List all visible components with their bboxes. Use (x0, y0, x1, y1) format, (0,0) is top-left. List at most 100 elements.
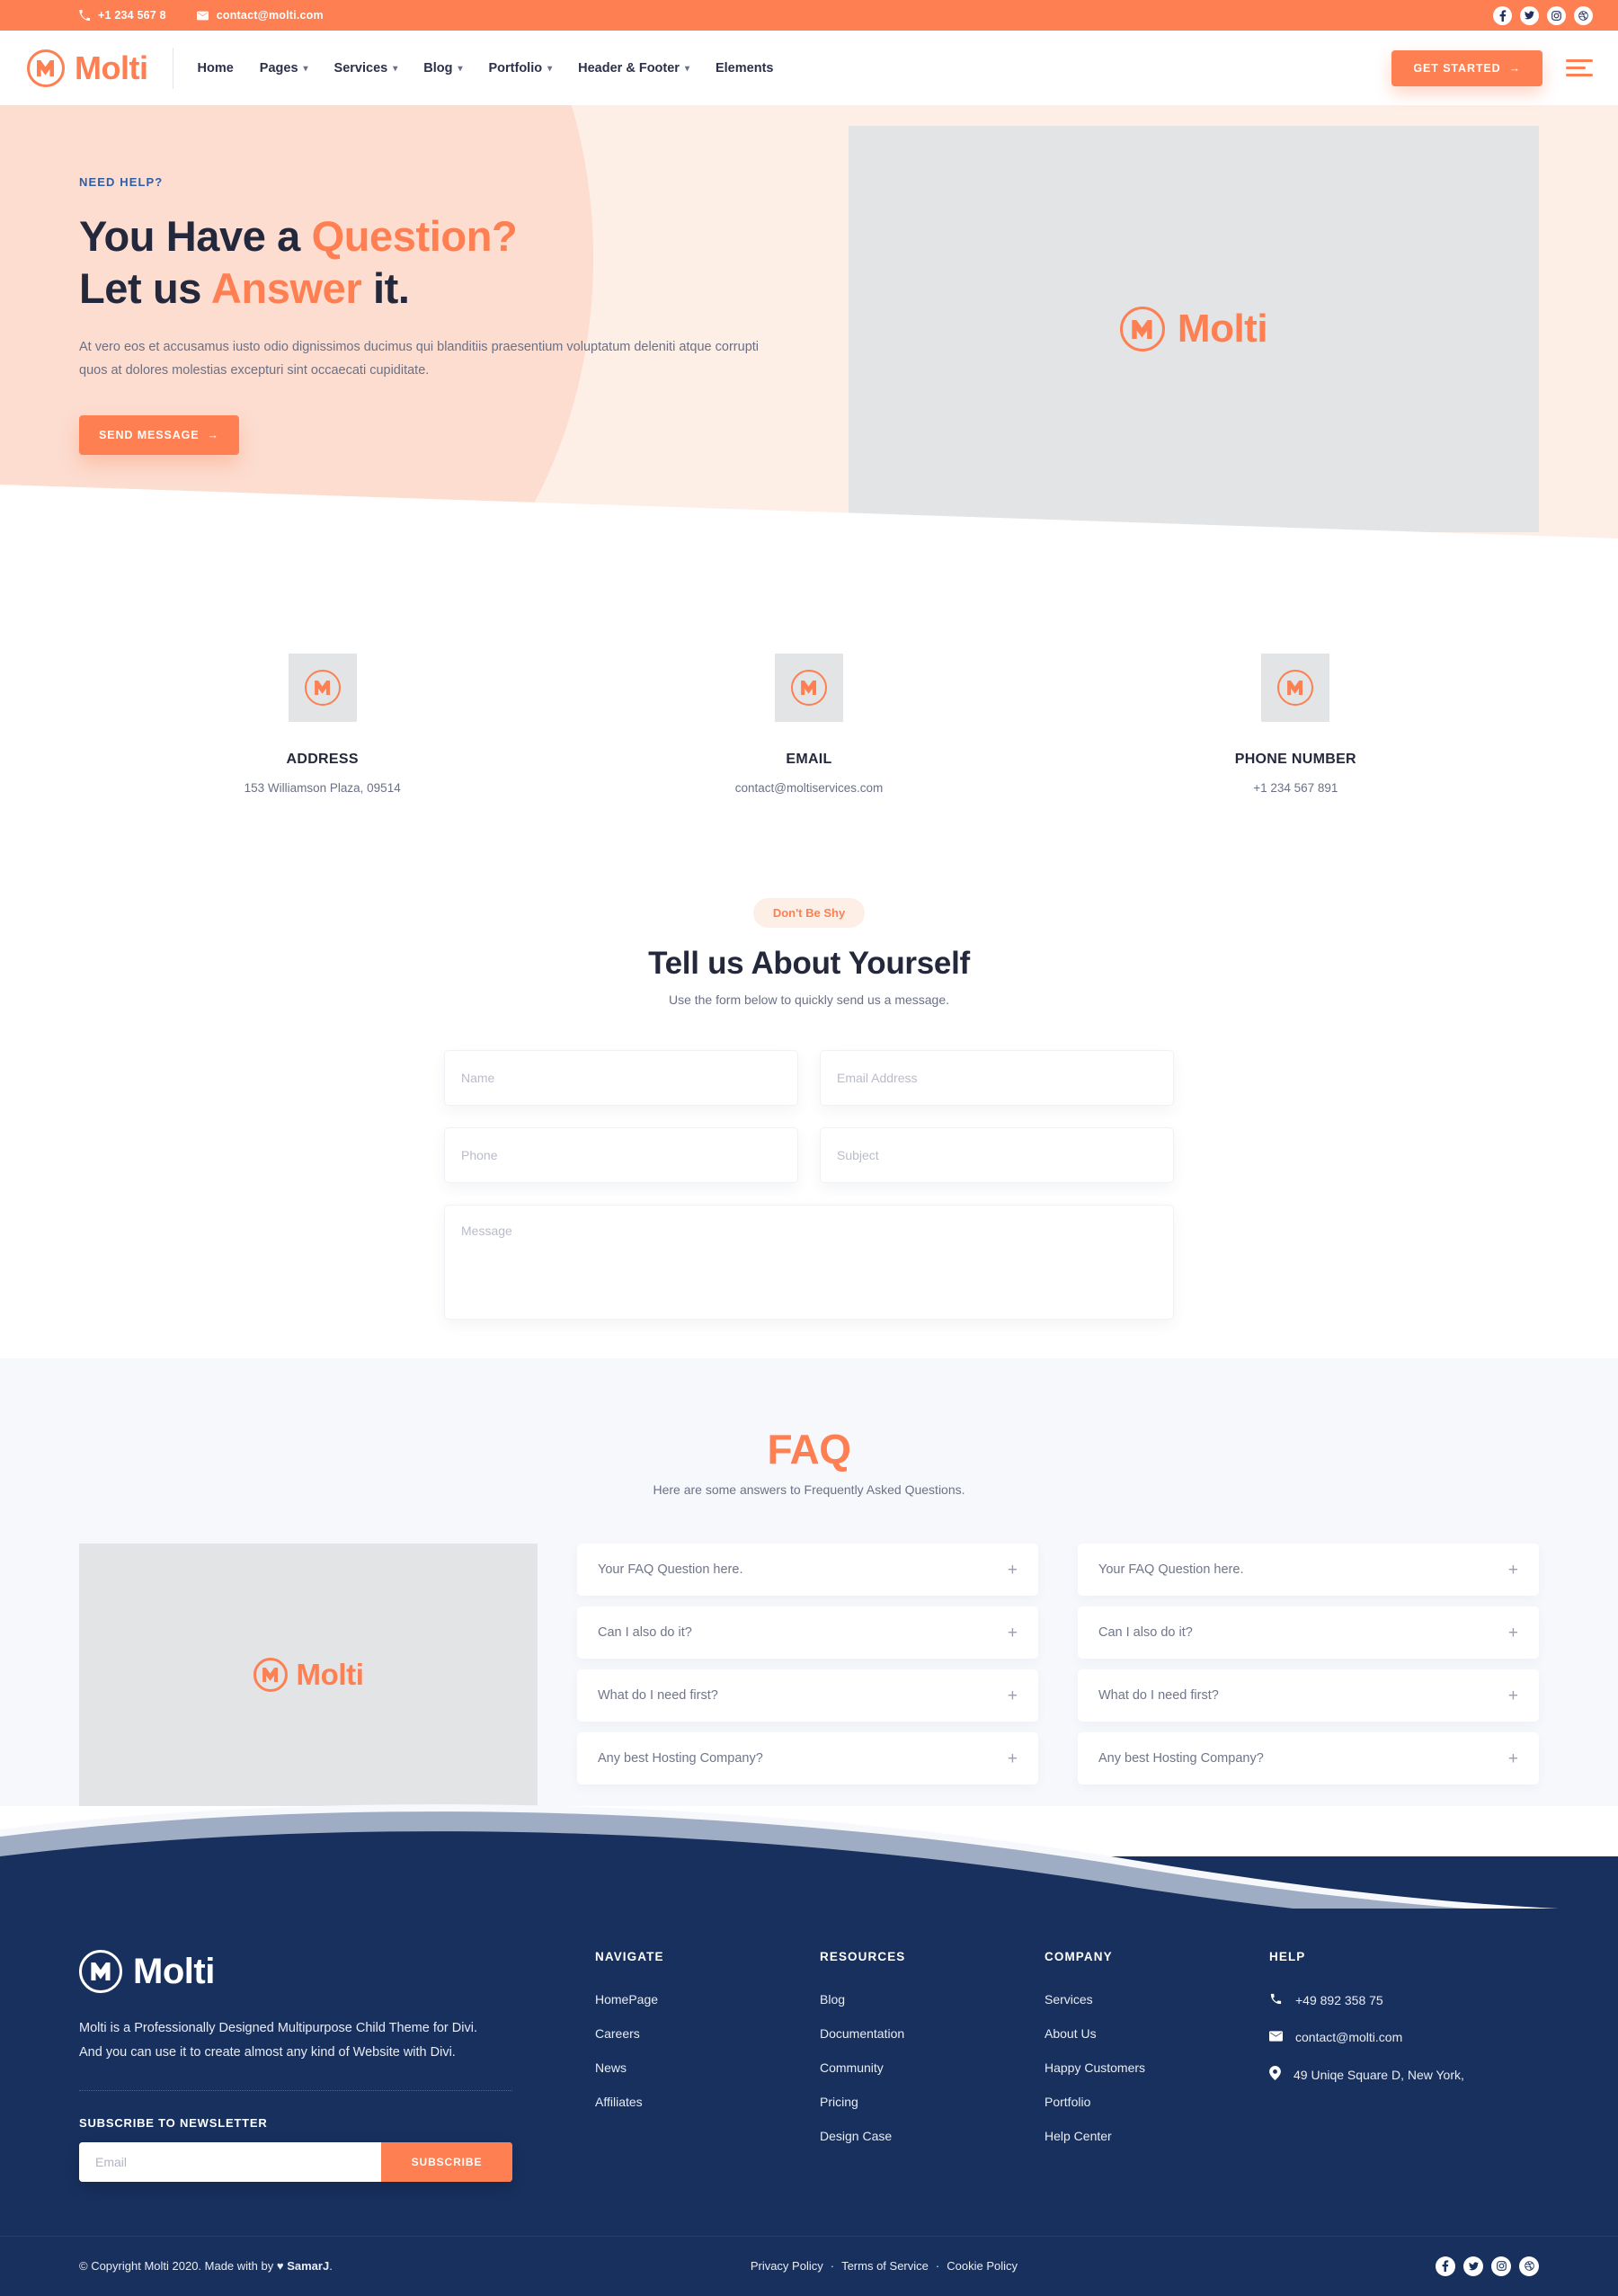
footer-main: Molti Molti is a Professionally Designed… (0, 1856, 1618, 2236)
faq-item[interactable]: What do I need first? + (1078, 1669, 1539, 1722)
footer-divider (79, 2089, 512, 2091)
footer-link[interactable]: Affiliates (595, 2095, 820, 2109)
footer-column-title: COMPANY (1045, 1950, 1113, 1963)
hero-paragraph: At vero eos et accusamus iusto odio dign… (79, 339, 760, 378)
privacy-policy-link[interactable]: Privacy Policy (751, 2259, 823, 2273)
page-root: +1 234 567 8 contact@molti.com Molti Hom… (0, 0, 1618, 2296)
footer-link-columns: NAVIGATE HomePage Careers News Affiliate… (521, 1950, 1539, 2182)
faq-column-left: Your FAQ Question here. + Can I also do i… (577, 1544, 1038, 1784)
copyright-text: © Copyright Molti 2020. Made with by (79, 2259, 277, 2274)
footer-link[interactable]: Careers (595, 2026, 820, 2041)
contact-card-title: ADDRESS (286, 752, 359, 767)
faq-question: Can I also do it? (1098, 1625, 1193, 1640)
twitter-icon[interactable] (1520, 5, 1539, 25)
plus-icon: + (1507, 1623, 1518, 1642)
nav-item-label: Services (333, 60, 388, 76)
faq-item[interactable]: Your FAQ Question here. + (1078, 1544, 1539, 1596)
dribbble-icon[interactable] (1574, 5, 1593, 25)
faq-image-placeholder: Molti (79, 1544, 538, 1806)
footer-link[interactable]: Community (820, 2060, 1045, 2075)
footer-help-email[interactable]: contact@molti.com (1269, 2030, 1539, 2044)
hamburger-menu-icon[interactable] (1566, 59, 1593, 76)
separator-dot: · (935, 2259, 940, 2274)
facebook-icon[interactable] (1436, 2256, 1455, 2276)
faq-item[interactable]: Can I also do it? + (1078, 1606, 1539, 1659)
footer-help-phone[interactable]: +49 892 358 75 (1269, 1992, 1539, 2008)
contact-form (444, 1050, 1174, 1324)
name-input[interactable] (444, 1050, 798, 1106)
form-header: Don't Be Shy Tell us About Yourself Use … (0, 898, 1618, 1007)
twitter-icon[interactable] (1463, 2256, 1483, 2276)
footer-column-list: HomePage Careers News Affiliates (595, 1992, 820, 2109)
footer-help-address[interactable]: 49 Uniqe Square D, New York, (1269, 2066, 1539, 2083)
newsletter-email-input[interactable] (79, 2141, 381, 2182)
footer-column-list: Blog Documentation Community Pricing Des… (820, 1992, 1045, 2143)
molti-logo-icon (304, 670, 341, 706)
footer-link[interactable]: News (595, 2060, 820, 2075)
instagram-icon[interactable] (1547, 5, 1566, 25)
message-textarea[interactable] (444, 1205, 1174, 1320)
nav-item-blog[interactable]: Blog ▾ (423, 61, 462, 76)
nav-item-portfolio[interactable]: Portfolio ▾ (489, 61, 553, 76)
faq-question: What do I need first? (598, 1688, 718, 1703)
top-bar-email[interactable]: contact@molti.com (196, 9, 324, 22)
footer-link[interactable]: HomePage (595, 1992, 820, 2007)
terms-of-service-link[interactable]: Terms of Service (841, 2259, 929, 2273)
footer-legal-links: Privacy Policy · Terms of Service · Cook… (751, 2259, 1018, 2273)
contact-card-value: contact@moltiservices.com (734, 781, 884, 795)
footer-logo[interactable]: Molti (79, 1950, 521, 1993)
get-started-button[interactable]: GET STARTED → (1391, 49, 1542, 86)
contact-card-icon (774, 654, 843, 722)
faq-item[interactable]: Can I also do it? + (577, 1606, 1038, 1659)
nav-item-header-footer[interactable]: Header & Footer ▾ (578, 61, 689, 76)
footer-link[interactable]: Pricing (820, 2095, 1045, 2109)
cookie-policy-link[interactable]: Cookie Policy (947, 2259, 1018, 2273)
top-bar-phone[interactable]: +1 234 567 8 (79, 9, 166, 22)
nav-item-services[interactable]: Services ▾ (334, 61, 398, 76)
hero-image-placeholder: Molti (849, 126, 1539, 532)
arrow-right-icon: → (207, 429, 219, 442)
copyright-period: . (329, 2259, 333, 2274)
subscribe-button[interactable]: SUBSCRIBE (381, 2141, 512, 2182)
email-input[interactable] (820, 1050, 1174, 1106)
nav-item-home[interactable]: Home (197, 61, 233, 76)
footer-copyright: © Copyright Molti 2020. Made with by ♥ S… (79, 2259, 333, 2273)
chevron-down-icon: ▾ (684, 63, 689, 74)
footer-link[interactable]: Blog (820, 1992, 1045, 2007)
top-bar-contact-group: +1 234 567 8 contact@molti.com (79, 9, 324, 22)
faq-question: What do I need first? (1098, 1688, 1219, 1703)
footer-column-title: RESOURCES (820, 1950, 906, 1963)
footer-link[interactable]: Design Case (820, 2129, 1045, 2143)
footer-column-resources: RESOURCES Blog Documentation Community P… (820, 1950, 1045, 2182)
plus-icon: + (1007, 1749, 1018, 1768)
subject-input[interactable] (820, 1127, 1174, 1183)
hero-heading-line2-end: it. (361, 264, 410, 313)
phone-input[interactable] (444, 1127, 798, 1183)
molti-mark-icon (1119, 307, 1165, 352)
footer-brand-block: Molti Molti is a Professionally Designed… (79, 1950, 521, 2182)
facebook-icon[interactable] (1493, 5, 1512, 25)
molti-logo-icon: Molti (1119, 307, 1268, 352)
dribbble-icon[interactable] (1519, 2256, 1539, 2276)
faq-item[interactable]: Your FAQ Question here. + (577, 1544, 1038, 1596)
top-bar-phone-text: +1 234 567 8 (98, 9, 166, 22)
nav-item-elements[interactable]: Elements (716, 61, 773, 76)
footer-link[interactable]: Services (1045, 1992, 1269, 2007)
footer-link[interactable]: Portfolio (1045, 2095, 1269, 2109)
faq-item[interactable]: What do I need first? + (577, 1669, 1038, 1722)
nav-item-pages[interactable]: Pages ▾ (260, 61, 308, 76)
form-pill-badge: Don't Be Shy (752, 898, 866, 928)
plus-icon: + (1507, 1560, 1518, 1580)
nav-item-label: Home (197, 60, 234, 76)
footer-link[interactable]: Happy Customers (1045, 2060, 1269, 2075)
footer-link[interactable]: Help Center (1045, 2129, 1269, 2143)
brand-logo[interactable]: Molti (27, 49, 148, 87)
hero-image-wrapper: Molti (849, 105, 1539, 532)
send-message-button[interactable]: SEND MESSAGE → (79, 415, 239, 456)
footer-link[interactable]: Documentation (820, 2026, 1045, 2041)
footer-column-list: Services About Us Happy Customers Portfo… (1045, 1992, 1269, 2143)
hero-heading-line1-accent: Question? (311, 212, 518, 260)
instagram-icon[interactable] (1491, 2256, 1511, 2276)
footer-link[interactable]: About Us (1045, 2026, 1269, 2041)
nav-links: Home Pages ▾ Services ▾ Blog ▾ Portfolio ▾ H… (197, 61, 773, 76)
